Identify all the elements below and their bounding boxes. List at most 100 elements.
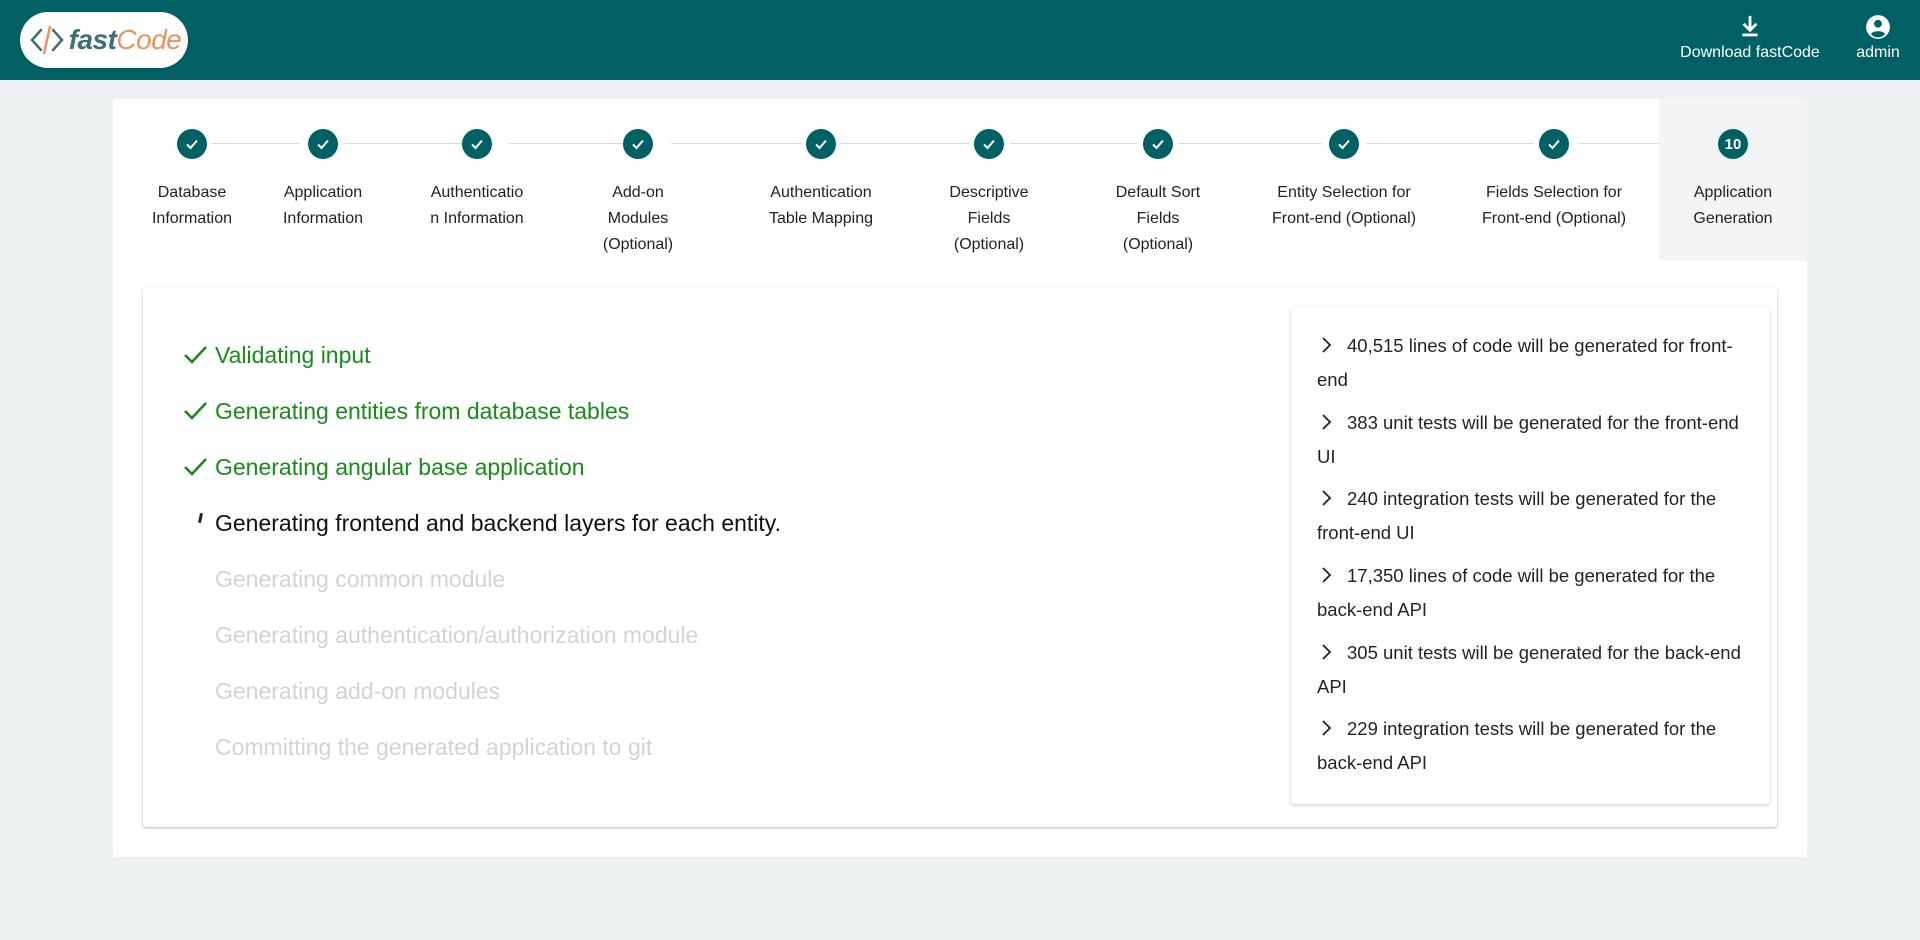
progress-item: Validating input [183,327,781,383]
check-icon [186,139,198,150]
step-done-indicator [806,129,836,159]
progress-item: Generating angular base application [183,439,781,495]
stat-line: back-end API [1317,752,1428,773]
step-application-information[interactable]: Application Information [253,99,393,261]
stat-item: 17,350 lines of code will be generated f… [1317,559,1747,627]
step-label: Authentication Table Mapping [768,184,874,227]
code-brackets-icon [29,25,64,55]
stat-line: 40,515 lines of code will be generated f… [1347,335,1733,356]
stat-line: 305 unit tests will be generated for the… [1347,642,1741,663]
chevron-right-icon [1322,644,1332,660]
check-icon [317,139,329,150]
check-icon [1152,139,1164,150]
chevron-right-icon [1322,414,1332,430]
stat-item: 40,515 lines of code will be generated f… [1317,329,1747,397]
step-done-indicator [1143,129,1173,159]
step-label: Application Generation [1693,184,1773,227]
logo-text-code: Code [116,24,182,55]
step-label: Fields Selection for Front-end (Optional… [1481,184,1627,227]
check-icon [184,402,207,420]
step-done-indicator [974,129,1004,159]
progress-label: Generating add-on modules [215,677,501,704]
user-label: admin [1856,44,1900,61]
step-done-indicator [623,129,653,159]
progress-item: Generating frontend and backend layers f… [183,495,781,551]
wizard-panel: Database Information Application Informa… [113,99,1807,857]
chevron-right-icon [1322,567,1332,583]
check-icon [184,458,207,476]
progress-label: Committing the generated application to … [215,733,653,760]
step-entity-selection[interactable]: Entity Selection for Front-end (Optional… [1247,99,1441,261]
step-label: Entity Selection for Front-end (Optional… [1271,184,1417,227]
fastcode-logo[interactable]: fastCode [20,12,188,68]
step-default-sort-fields[interactable]: Default Sort Fields (Optional) [1073,99,1243,261]
step-application-generation[interactable]: 10 Application Generation [1659,99,1807,261]
progress-item: Generating authentication/authorization … [183,607,781,663]
progress-label: Generating common module [215,565,506,592]
progress-label: Validating input [215,341,371,368]
check-icon [471,139,483,150]
stat-item: 229 integration tests will be generated … [1317,712,1747,780]
top-app-bar: fastCode Download fastCode admin [0,0,1920,80]
check-icon [815,139,827,150]
step-done-indicator [308,129,338,159]
step-descriptive-fields[interactable]: Descriptive Fields (Optional) [904,99,1074,261]
download-icon [1742,15,1758,37]
stat-line: 17,350 lines of code will be generated f… [1347,565,1716,586]
user-menu-button[interactable]: admin [1846,14,1910,66]
generation-progress-card: Validating input Generating entities fro… [143,287,1777,827]
step-database-information[interactable]: Database Information [122,99,262,261]
step-label: Database Information [151,184,233,227]
logo-text-fast: fast [68,24,117,55]
step-label: Add-on Modules (Optional) [602,184,674,253]
stat-line: front-end UI [1317,522,1415,543]
generation-stats-card: 40,515 lines of code will be generated f… [1291,307,1770,804]
progress-label: Generating angular base application [215,453,585,480]
progress-item: Generating entities from database tables [183,383,781,439]
step-done-indicator [177,129,207,159]
step-done-indicator [1329,129,1359,159]
step-label: Descriptive Fields (Optional) [949,184,1029,253]
chevron-right-icon [1322,720,1332,736]
check-icon [632,139,644,150]
download-label: Download fastCode [1680,44,1820,61]
stat-line: end [1317,369,1348,390]
stat-line: 383 unit tests will be generated for the… [1347,412,1739,433]
progress-label: Generating frontend and backend layers f… [215,509,781,536]
step-add-on-modules[interactable]: Add-on Modules (Optional) [568,99,708,261]
check-icon [1548,139,1560,150]
check-icon [983,139,995,150]
stat-item: 305 unit tests will be generated for the… [1317,636,1747,704]
stepper: Database Information Application Informa… [113,99,1807,261]
stat-line: 240 integration tests will be generated … [1347,488,1717,509]
chevron-right-icon [1322,490,1332,506]
stat-line: UI [1317,446,1336,467]
step-number-indicator: 10 [1718,129,1748,159]
step-authentication-information[interactable]: Authenticatio n Information [407,99,547,261]
loading-spinner-icon [197,512,204,524]
stat-item: 383 unit tests will be generated for the… [1317,406,1747,474]
progress-label: Generating entities from database tables [215,397,630,424]
step-done-indicator [1539,129,1569,159]
chevron-right-icon [1322,337,1332,353]
step-done-indicator [462,129,492,159]
progress-item: Committing the generated application to … [183,719,781,775]
account-circle-icon [1866,15,1890,39]
progress-list: Validating input Generating entities fro… [183,327,781,775]
stat-item: 240 integration tests will be generated … [1317,482,1747,550]
check-icon [1338,139,1350,150]
step-label: Default Sort Fields (Optional) [1115,184,1201,253]
step-label: Authenticatio n Information [430,184,524,227]
progress-item: Generating add-on modules [183,663,781,719]
progress-label: Generating authentication/authorization … [215,621,699,648]
check-icon [184,346,207,364]
logo-text: fastCode [69,24,182,56]
stat-line: 229 integration tests will be generated … [1347,718,1717,739]
stat-line: API [1317,676,1347,697]
stat-line: back-end API [1317,599,1428,620]
step-label: Application Information [282,184,364,227]
progress-item: Generating common module [183,551,781,607]
step-authentication-table-mapping[interactable]: Authentication Table Mapping [736,99,906,261]
download-fastcode-button[interactable]: Download fastCode [1668,14,1832,66]
step-fields-selection[interactable]: Fields Selection for Front-end (Optional… [1457,99,1651,261]
